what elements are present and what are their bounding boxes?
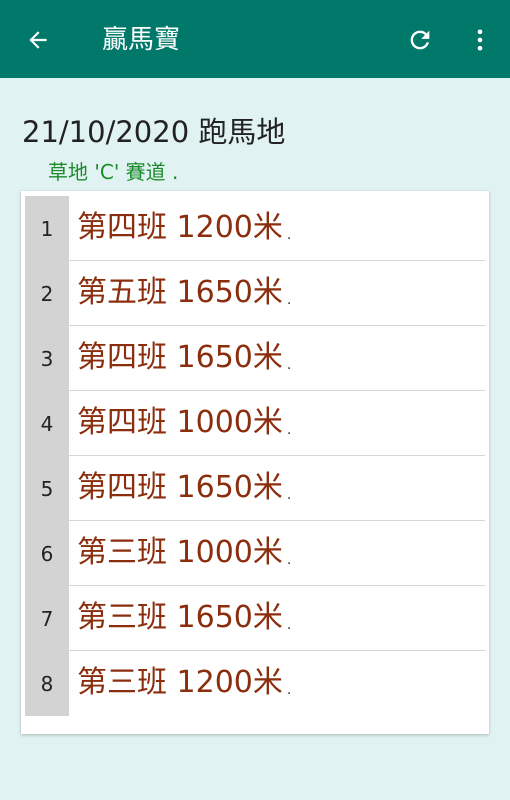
race-row[interactable]: 2 第五班 1650米. — [25, 261, 485, 326]
race-label: 第五班 1650米. — [77, 275, 292, 310]
race-number: 2 — [25, 261, 69, 326]
track-info: 草地 'C' 賽道 . — [48, 160, 179, 184]
race-number: 7 — [25, 586, 69, 651]
race-list: 1 第四班 1200米. 2 第五班 1650米. 3 第四班 1650米. 4… — [21, 191, 489, 734]
race-row[interactable]: 1 第四班 1200米. — [25, 196, 485, 261]
race-row[interactable]: 5 第四班 1650米. — [25, 456, 485, 521]
race-number: 1 — [25, 196, 69, 261]
refresh-icon[interactable] — [402, 22, 438, 58]
race-number: 6 — [25, 521, 69, 586]
more-vert-icon[interactable] — [462, 22, 498, 58]
race-label: 第三班 1000米. — [77, 535, 292, 570]
race-label: 第四班 1000米. — [77, 405, 292, 440]
race-number: 4 — [25, 391, 69, 456]
race-number: 3 — [25, 326, 69, 391]
race-label: 第四班 1200米. — [77, 210, 292, 245]
app-title: 贏馬寶 — [102, 25, 181, 55]
race-label: 第四班 1650米. — [77, 340, 292, 375]
race-row[interactable]: 6 第三班 1000米. — [25, 521, 485, 586]
race-number: 8 — [25, 651, 69, 716]
app-bar: 贏馬寶 — [0, 0, 510, 78]
race-label: 第三班 1200米. — [77, 665, 292, 700]
race-row[interactable]: 7 第三班 1650米. — [25, 586, 485, 651]
race-row[interactable]: 8 第三班 1200米. — [25, 651, 485, 716]
race-number: 5 — [25, 456, 69, 521]
arrow-back-icon[interactable] — [20, 22, 56, 58]
race-label: 第四班 1650米. — [77, 470, 292, 505]
race-row[interactable]: 3 第四班 1650米. — [25, 326, 485, 391]
race-row[interactable]: 4 第四班 1000米. — [25, 391, 485, 456]
meeting-heading: 21/10/2020 跑馬地 — [22, 115, 286, 149]
race-label: 第三班 1650米. — [77, 600, 292, 635]
